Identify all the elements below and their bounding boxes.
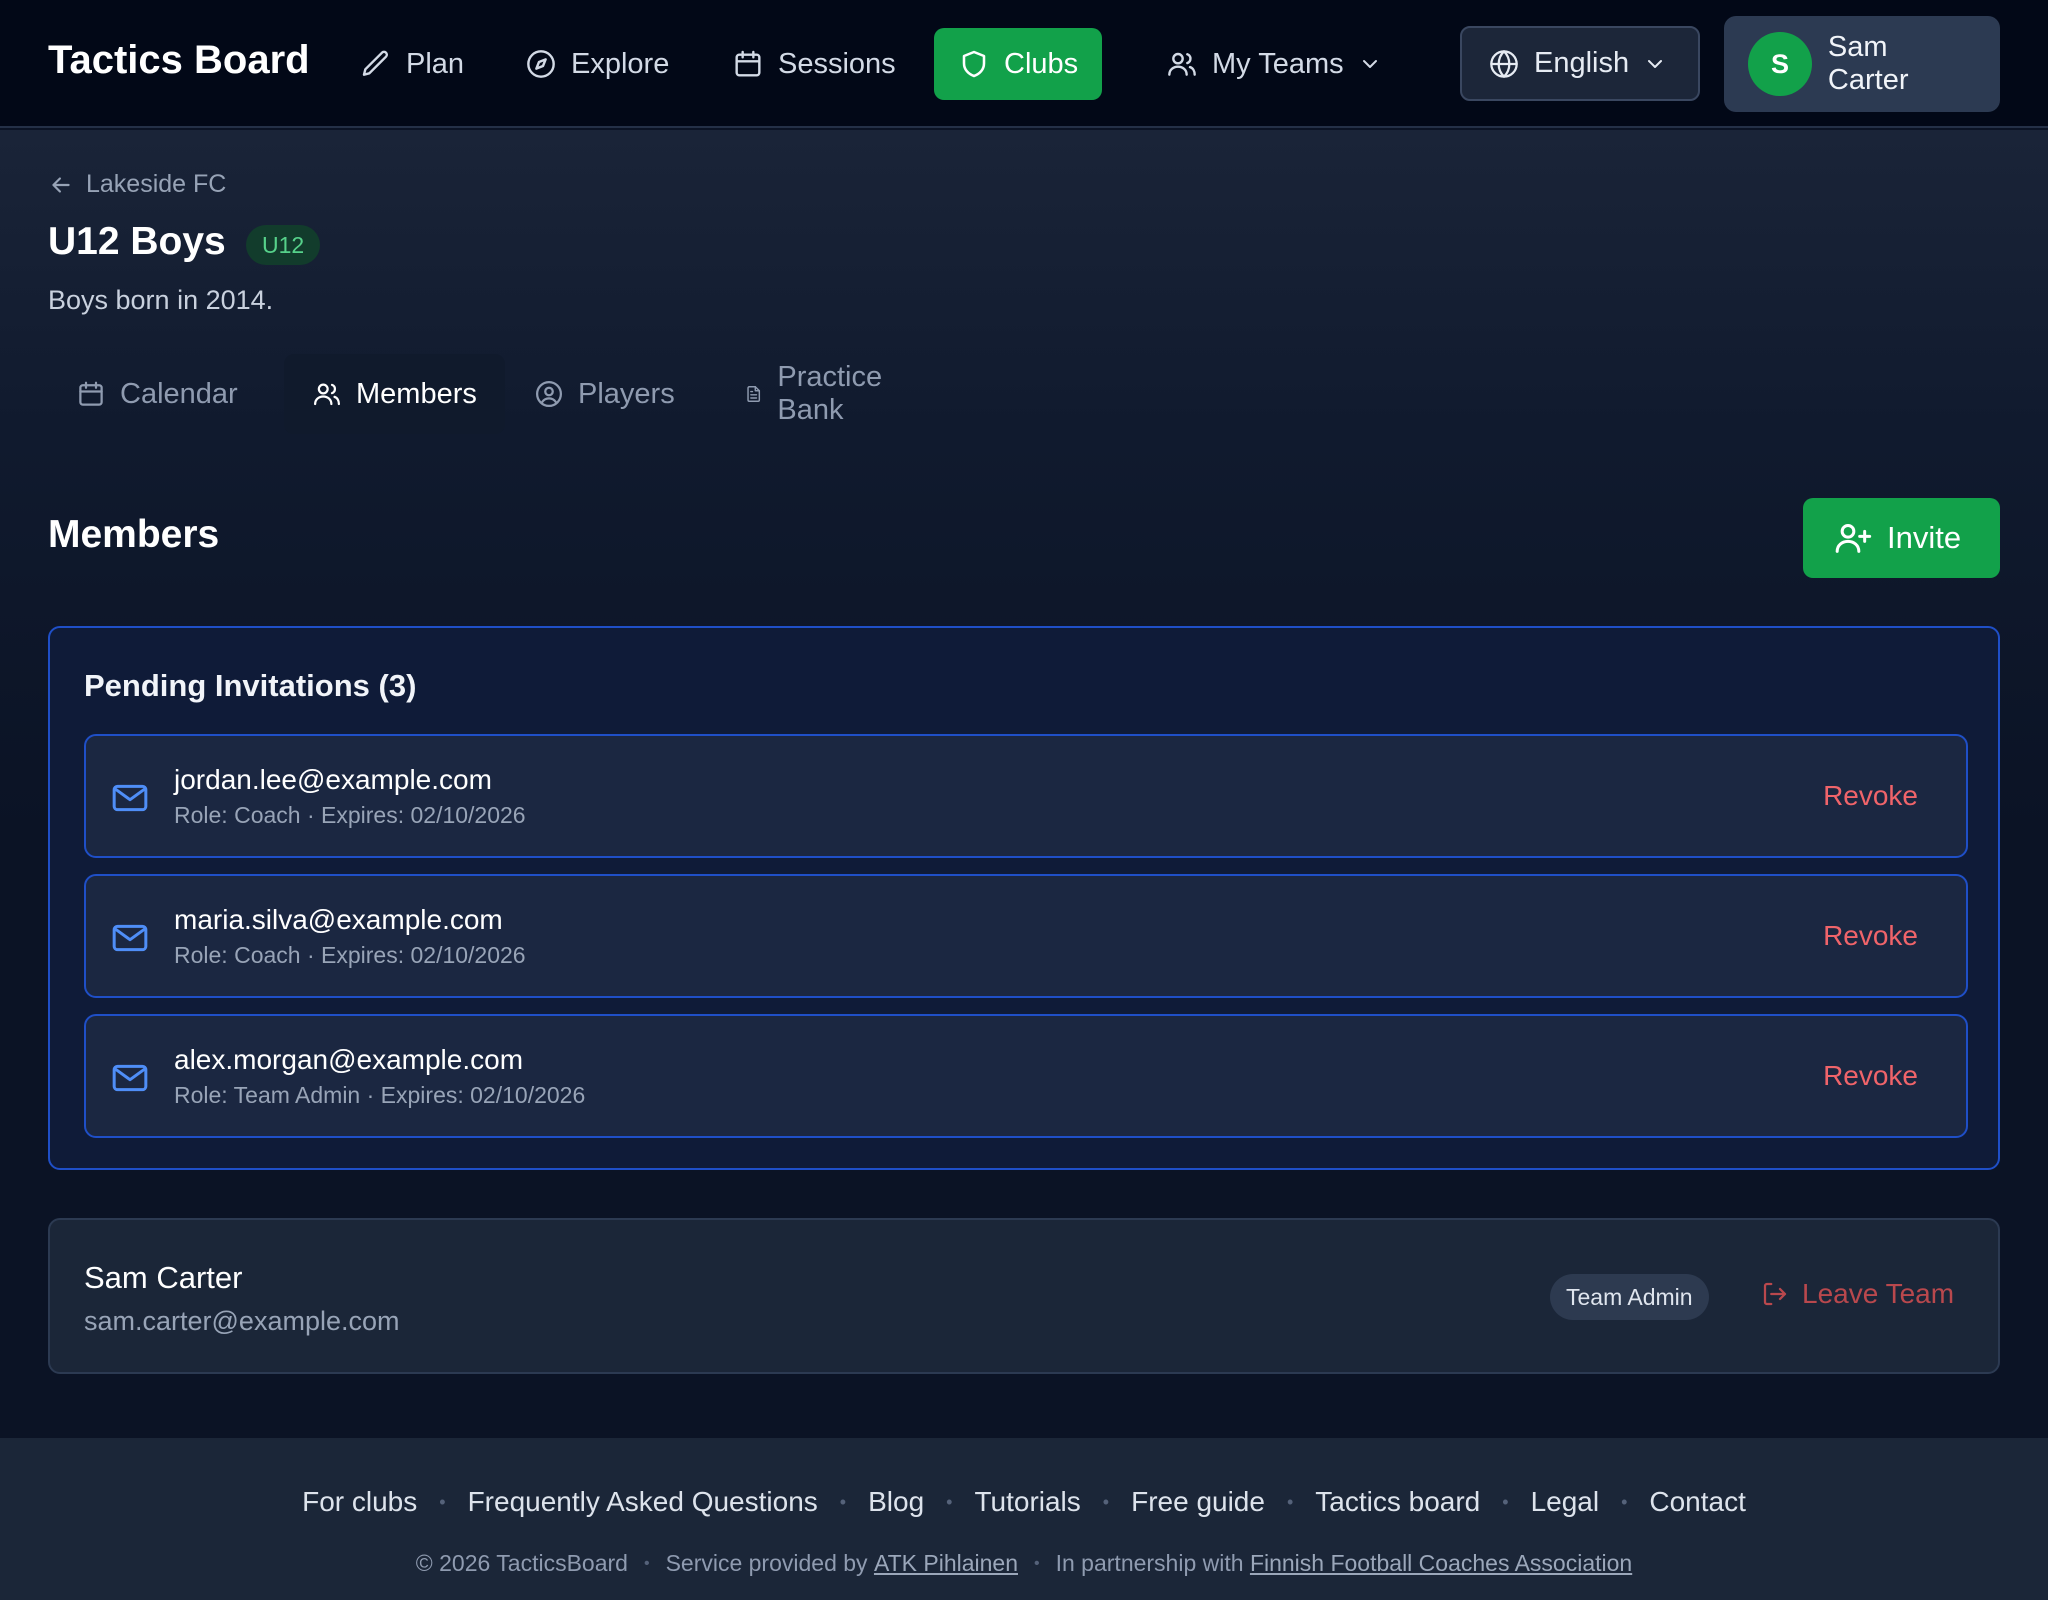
invitation-row: alex.morgan@example.com Role: Team Admin…: [84, 1014, 1968, 1138]
breadcrumb-club-link[interactable]: Lakeside FC: [86, 170, 226, 199]
breadcrumb[interactable]: Lakeside FC: [48, 170, 226, 199]
revoke-button[interactable]: Revoke: [1823, 780, 1918, 812]
chevron-down-icon: [1648, 59, 1663, 68]
footer-separator: •: [946, 1491, 953, 1512]
invitation-email: maria.silva@example.com: [174, 904, 503, 935]
document-icon: [747, 386, 761, 402]
footer-separator: •: [1502, 1491, 1509, 1512]
invitation-row: jordan.lee@example.com Role: Coach · Exp…: [84, 734, 1968, 858]
nav-plan-label: Plan: [406, 47, 465, 80]
logout-icon: [1763, 1282, 1787, 1306]
invitation-row: maria.silva@example.com Role: Coach · Ex…: [84, 874, 1968, 998]
invite-button[interactable]: Invite: [1803, 498, 2000, 578]
footer-link-tactics-board[interactable]: Tactics board: [1315, 1486, 1480, 1518]
user-circle-icon: [536, 381, 562, 407]
users-icon: [314, 383, 340, 406]
mail-icon: [112, 1064, 148, 1092]
tab-practice-bank-label: Practice Bank: [777, 361, 883, 426]
users-icon: [1168, 52, 1196, 76]
nav-clubs[interactable]: Clubs: [934, 28, 1103, 100]
calendar-icon: [79, 381, 103, 406]
calendar-icon: [735, 50, 761, 77]
language-label: English: [1534, 47, 1630, 79]
language-selector[interactable]: English: [1460, 26, 1700, 101]
footer-credits: © 2026 TacticsBoard • Service provided b…: [0, 1550, 2048, 1577]
mail-icon: [112, 924, 148, 952]
tab-members[interactable]: Members: [284, 354, 505, 434]
pending-invitations-panel: Pending Invitations (3) jordan.lee@examp…: [48, 626, 2000, 1170]
footer-link-contact[interactable]: Contact: [1649, 1486, 1746, 1518]
role-badge: Team Admin: [1550, 1274, 1709, 1320]
partner-link[interactable]: Finnish Football Coaches Association: [1250, 1550, 1632, 1577]
tab-calendar[interactable]: Calendar: [48, 354, 266, 434]
page-title: U12 Boys: [48, 220, 226, 263]
footer-link-free-guide[interactable]: Free guide: [1131, 1486, 1265, 1518]
footer-link-legal[interactable]: Legal: [1531, 1486, 1600, 1518]
service-provider-link[interactable]: ATK Pihlainen: [874, 1550, 1018, 1577]
tab-practice-bank[interactable]: Practice Bank: [716, 354, 921, 434]
user-plus-icon: [1835, 524, 1872, 553]
globe-icon: [1490, 49, 1518, 78]
partner-prefix: In partnership with: [1055, 1550, 1244, 1576]
footer-separator: •: [1034, 1554, 1040, 1572]
nav-sessions[interactable]: Sessions: [732, 28, 896, 100]
member-email: sam.carter@example.com: [84, 1306, 400, 1336]
mail-icon: [112, 784, 148, 812]
arrow-left-icon: [52, 176, 70, 193]
footer-separator: •: [1286, 1491, 1294, 1512]
chevron-down-icon: [1362, 60, 1377, 68]
brand-logo[interactable]: Tactics Board: [48, 38, 310, 83]
footer-link-for-clubs[interactable]: For clubs: [302, 1486, 417, 1518]
footer-link-tutorials[interactable]: Tutorials: [974, 1486, 1080, 1518]
footer-link-blog[interactable]: Blog: [868, 1486, 924, 1518]
pending-invitations-title: Pending Invitations (3): [84, 668, 417, 703]
nav-explore-label: Explore: [571, 47, 670, 80]
tab-calendar-label: Calendar: [120, 377, 238, 410]
footer-link-faq[interactable]: Frequently Asked Questions: [468, 1486, 818, 1518]
copyright-text: © 2026 TacticsBoard: [415, 1550, 628, 1576]
leave-team-button[interactable]: Leave Team: [1760, 1278, 1954, 1310]
user-menu-button[interactable]: S Sam Carter: [1724, 16, 2000, 112]
footer-separator: •: [439, 1491, 446, 1512]
footer-separator: •: [643, 1554, 650, 1572]
footer-separator: •: [1102, 1491, 1110, 1512]
footer-separator: •: [1621, 1491, 1628, 1512]
revoke-button[interactable]: Revoke: [1823, 1060, 1918, 1092]
invitation-email: alex.morgan@example.com: [174, 1044, 524, 1075]
tab-players-label: Players: [578, 377, 675, 410]
invitation-meta: Role: Team Admin · Expires: 02/10/2026: [174, 1082, 586, 1108]
nav-explore[interactable]: Explore: [525, 28, 669, 100]
nav-sessions-label: Sessions: [778, 47, 896, 80]
nav-my-teams[interactable]: My Teams: [1166, 28, 1382, 100]
footer: For clubs • Frequently Asked Questions •…: [0, 1438, 2048, 1600]
invitation-meta: Role: Coach · Expires: 02/10/2026: [174, 942, 526, 968]
leave-team-label: Leave Team: [1802, 1278, 1955, 1309]
tab-players[interactable]: Players: [506, 354, 703, 434]
invitation-email: jordan.lee@example.com: [174, 764, 492, 795]
top-navigation-bar: Tactics Board Plan Explore Sessions Club…: [0, 0, 2048, 128]
compass-icon: [527, 50, 555, 78]
pencil-icon: [362, 50, 389, 76]
avatar: S: [1748, 32, 1812, 96]
user-name: Sam Carter: [1827, 31, 1909, 96]
nav-clubs-label: Clubs: [1004, 47, 1079, 80]
invitation-meta: Role: Coach · Expires: 02/10/2026: [174, 802, 526, 828]
tab-members-label: Members: [356, 377, 477, 410]
nav-plan[interactable]: Plan: [360, 28, 464, 100]
nav-my-teams-label: My Teams: [1212, 47, 1344, 80]
member-name: Sam Carter: [84, 1260, 243, 1295]
team-description: Boys born in 2014.: [48, 285, 274, 315]
footer-links: For clubs • Frequently Asked Questions •…: [0, 1486, 2048, 1518]
members-section-title: Members: [48, 513, 220, 556]
revoke-button[interactable]: Revoke: [1823, 920, 1918, 952]
member-card: Sam Carter sam.carter@example.com Team A…: [48, 1218, 2000, 1374]
invite-button-label: Invite: [1887, 520, 1962, 555]
footer-separator: •: [839, 1491, 847, 1512]
age-group-badge: U12: [246, 225, 321, 265]
service-prefix: Service provided by: [665, 1550, 868, 1576]
shield-icon: [962, 50, 986, 78]
